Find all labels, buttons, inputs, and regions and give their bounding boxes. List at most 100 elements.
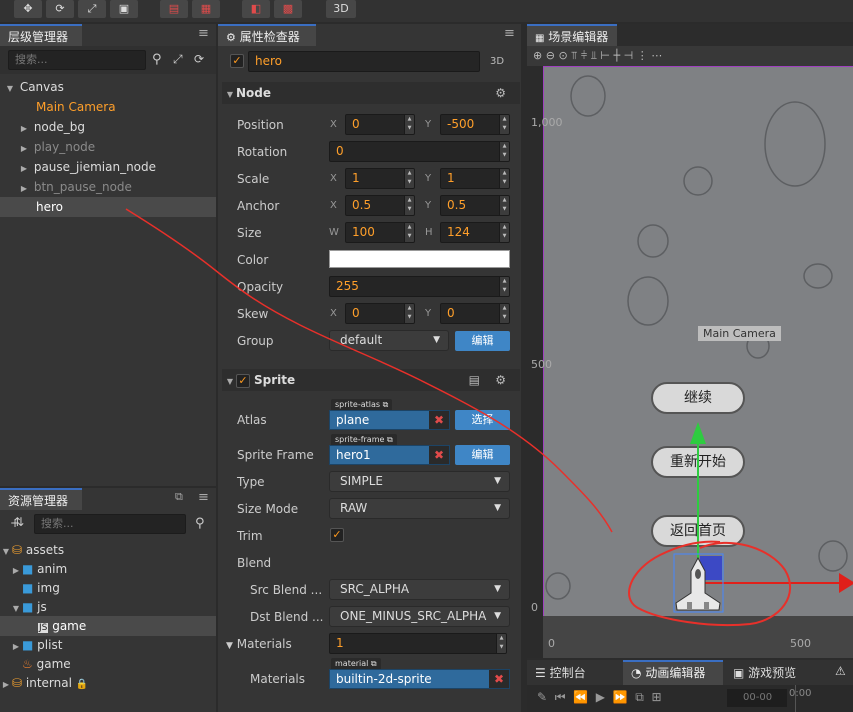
gizmo-y-arrow-icon[interactable] <box>690 422 706 444</box>
grid-icon[interactable]: ▩ <box>274 0 302 18</box>
asset-item-assets[interactable]: ▼ ⛁ assets <box>0 540 64 560</box>
spinner-arrows-icon[interactable]: ▲ ▼ <box>499 115 509 134</box>
panel-menu-icon[interactable]: ≡ <box>198 490 209 505</box>
inspector-tab[interactable]: ⚙ 属性检查器 <box>218 24 316 46</box>
rotate-tool-icon[interactable]: ⟳ <box>46 0 74 18</box>
atlas-select-button[interactable]: 选择 <box>455 410 510 430</box>
panel-menu-icon[interactable]: ≡ <box>504 26 515 41</box>
tree-node-btn-pause-node[interactable]: ▶ btn_pause_node <box>18 177 132 197</box>
sprite-frame-asset-field[interactable]: hero1 ✖ <box>329 445 450 465</box>
scene-tab[interactable]: ▦ 场景编辑器 <box>527 24 617 46</box>
collapsed-arrow-icon[interactable]: ▶ <box>10 561 22 581</box>
src-blend-select[interactable]: SRC_ALPHA ▼ <box>329 579 510 600</box>
asset-item-js[interactable]: ▼ ■ js <box>10 597 47 617</box>
anchor-y-input[interactable]: 0.5 ▲ ▼ <box>440 195 510 216</box>
jump-start-icon[interactable]: ⏮ <box>555 690 566 704</box>
align-left-icon[interactable]: ⊢ <box>600 49 610 62</box>
material-asset-field[interactable]: builtin-2d-sprite ✖ <box>329 669 510 689</box>
atlas-asset-field[interactable]: plane ✖ <box>329 410 450 430</box>
expanded-arrow-icon[interactable]: ▼ <box>4 79 16 99</box>
collapsed-arrow-icon[interactable]: ▶ <box>18 119 30 139</box>
collapsed-arrow-icon[interactable]: ▶ <box>10 637 22 657</box>
next-frame-icon[interactable]: ⏩ <box>613 690 628 704</box>
maximize-icon[interactable]: ⧉ <box>175 490 183 504</box>
clear-x-icon[interactable]: ✖ <box>429 411 449 429</box>
size-mode-select[interactable]: RAW ▼ <box>329 498 510 519</box>
skew-y-input[interactable]: 0 ▲ ▼ <box>440 303 510 324</box>
edit-icon[interactable]: ✎ <box>537 690 547 704</box>
local-global-icon[interactable]: ▦ <box>192 0 220 18</box>
clear-x-icon[interactable]: ✖ <box>429 446 449 464</box>
node-section-header[interactable]: ▼ Node ⚙ <box>222 82 520 104</box>
materials-count-input[interactable]: 1 ▲ ▼ <box>329 633 507 654</box>
expanded-arrow-icon[interactable]: ▼ <box>224 371 236 393</box>
asset-item-anim[interactable]: ▶ ■ anim <box>10 559 67 579</box>
expand-icon[interactable]: ⤢ <box>173 52 183 67</box>
play-icon[interactable]: ▶ <box>596 690 605 704</box>
asset-item-plist[interactable]: ▶ ■ plist <box>10 635 63 657</box>
rotation-input[interactable]: 0 ▲ ▼ <box>329 141 510 162</box>
transform-gizmo[interactable] <box>543 66 853 616</box>
snap-icon[interactable]: ◧ <box>242 0 270 18</box>
skew-x-input[interactable]: 0 ▲ ▼ <box>345 303 415 324</box>
book-icon[interactable]: ▤ <box>469 369 480 391</box>
expanded-arrow-icon[interactable]: ▼ <box>224 84 236 106</box>
spinner-arrows-icon[interactable]: ▲ ▼ <box>499 142 509 161</box>
collapsed-arrow-icon[interactable]: ▶ <box>18 179 30 199</box>
node-name-input[interactable]: hero <box>248 51 480 72</box>
spinner-arrows-icon[interactable]: ▲ ▼ <box>404 196 414 215</box>
trim-checkbox[interactable]: ✓ <box>330 528 344 542</box>
collapsed-arrow-icon[interactable]: ▶ <box>18 159 30 179</box>
gizmo-x-arrow-icon[interactable] <box>839 573 853 593</box>
materials-header-label[interactable]: ▼ Materials <box>226 637 292 651</box>
spinner-arrows-icon[interactable]: ▲ ▼ <box>499 223 509 242</box>
assets-tab[interactable]: 资源管理器 <box>0 488 82 510</box>
spinner-arrows-icon[interactable]: ▲ ▼ <box>499 196 509 215</box>
link-icon[interactable]: ⧉ <box>635 690 644 704</box>
scale-tool-icon[interactable]: ⤢ <box>78 0 106 18</box>
sprite-enabled-checkbox[interactable]: ✓ <box>236 373 250 388</box>
anchor-pivot-icon[interactable]: ▤ <box>160 0 188 18</box>
move-tool-icon[interactable]: ✥ <box>14 0 42 18</box>
distribute-icon[interactable]: ⋮ <box>637 49 648 62</box>
tree-node-node-bg[interactable]: ▶ node_bg <box>18 117 85 137</box>
spinner-arrows-icon[interactable]: ▲ ▼ <box>404 304 414 323</box>
spinner-arrows-icon[interactable]: ▲ ▼ <box>499 169 509 188</box>
clear-x-icon[interactable]: ✖ <box>489 670 509 688</box>
time-input[interactable]: 00-00 <box>727 689 787 707</box>
prev-frame-icon[interactable]: ⏪ <box>573 690 588 704</box>
panel-menu-icon[interactable]: ≡ <box>198 26 209 41</box>
rect-tool-icon[interactable]: ▣ <box>110 0 138 18</box>
refresh-icon[interactable]: ⟳ <box>194 52 204 66</box>
search-icon[interactable]: ⚲ <box>195 516 205 531</box>
collapsed-arrow-icon[interactable]: ▶ <box>18 139 30 159</box>
assets-search-input[interactable]: 搜索... <box>34 514 186 534</box>
sort-icon[interactable]: ⇅ <box>14 515 24 529</box>
align-center-icon[interactable]: ┼ <box>613 49 620 62</box>
position-y-input[interactable]: -500 ▲ ▼ <box>440 114 510 135</box>
settings-gear-icon[interactable]: ⚙ <box>495 369 506 391</box>
settings-gear-icon[interactable]: ⚙ <box>495 82 506 104</box>
tree-node-hero[interactable]: hero <box>0 197 216 217</box>
expanded-arrow-icon[interactable]: ▼ <box>226 641 233 651</box>
align-bottom-icon[interactable]: ⫫ <box>591 49 597 62</box>
spinner-arrows-icon[interactable]: ▲ ▼ <box>404 223 414 242</box>
tab-game-preview[interactable]: ▣ 游戏预览 <box>733 664 796 681</box>
size-h-input[interactable]: 124 ▲ ▼ <box>440 222 510 243</box>
type-select[interactable]: SIMPLE ▼ <box>329 471 510 492</box>
anchor-x-input[interactable]: 0.5 ▲ ▼ <box>345 195 415 216</box>
tree-node-main-camera[interactable]: Main Camera <box>36 97 116 117</box>
distribute-h-icon[interactable]: ⋯ <box>651 49 662 62</box>
warning-icon[interactable]: ⚠ <box>835 664 846 678</box>
mode-3d-label[interactable]: 3D <box>490 56 504 67</box>
group-edit-button[interactable]: 编辑 <box>455 331 510 351</box>
color-swatch[interactable] <box>329 250 510 268</box>
spinner-arrows-icon[interactable]: ▲ ▼ <box>499 277 509 296</box>
scale-x-input[interactable]: 1 ▲ ▼ <box>345 168 415 189</box>
search-icon[interactable]: ⚲ <box>152 52 162 67</box>
zoom-out-icon[interactable]: ⊖ <box>546 49 555 62</box>
asset-item-game-script[interactable]: JS game <box>0 616 216 636</box>
add-event-icon[interactable]: ⊞ <box>651 690 661 704</box>
spinner-arrows-icon[interactable]: ▲ ▼ <box>404 169 414 188</box>
align-right-icon[interactable]: ⊣ <box>624 49 634 62</box>
